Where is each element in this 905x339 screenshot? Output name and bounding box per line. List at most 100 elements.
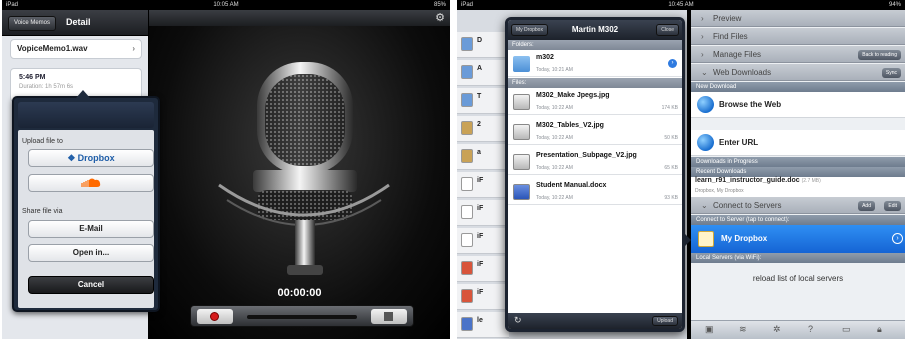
globe-icon bbox=[697, 134, 714, 151]
chevron-right-icon: › bbox=[701, 32, 704, 41]
add-button[interactable]: Add bbox=[858, 201, 875, 211]
stop-icon bbox=[384, 312, 393, 321]
level-meter bbox=[247, 315, 357, 319]
file-initial: A bbox=[477, 65, 483, 72]
back-to-reading-button[interactable]: Back to reading bbox=[858, 50, 901, 60]
voice-memos-screen: iPad 10:05 AM 85% Voice Memos Detail Vop… bbox=[2, 0, 450, 339]
record-button[interactable] bbox=[197, 309, 233, 324]
file-icon bbox=[461, 289, 473, 303]
web-downloads-row[interactable]: ⌄ Web Downloads Sync bbox=[691, 64, 905, 81]
browse-web-row[interactable]: Browse the Web bbox=[691, 92, 905, 118]
find-files-label: Find Files bbox=[713, 32, 748, 41]
folder-date: Today, 10:21 AM bbox=[536, 67, 573, 73]
bottom-toolbar: ▣ ≋ ✲ ? ▭ 🔒︎ bbox=[691, 320, 905, 339]
file-icon bbox=[461, 37, 473, 51]
reload-servers-link[interactable]: reload list of local servers bbox=[691, 274, 905, 283]
chevron-right-icon: › bbox=[701, 50, 704, 59]
preview-row[interactable]: › Preview bbox=[691, 10, 905, 27]
memo-duration: Duration: 1h 57m 6s bbox=[19, 84, 74, 90]
cancel-button[interactable]: Cancel bbox=[28, 276, 154, 294]
top-toolbar: ⚙ bbox=[149, 10, 450, 26]
status-bar: iPad 10:05 AM 85% bbox=[2, 0, 450, 10]
manage-files-row[interactable]: › Manage Files Back to reading bbox=[691, 46, 905, 63]
file-icon bbox=[461, 261, 473, 275]
background-file-row[interactable]: a bbox=[457, 144, 509, 170]
background-file-row[interactable]: D bbox=[457, 32, 509, 58]
globe-icon bbox=[697, 96, 714, 113]
file-icon bbox=[461, 177, 473, 191]
memo-file-name: VopiceMemo1.wav bbox=[17, 44, 88, 53]
chevron-right-icon: › bbox=[132, 44, 135, 53]
email-button[interactable]: E-Mail bbox=[28, 220, 154, 238]
enter-url-row[interactable]: Enter URL bbox=[691, 130, 905, 156]
download-size: (2.7 MB) bbox=[801, 178, 821, 184]
manage-files-label: Manage Files bbox=[713, 50, 762, 59]
settings-icon[interactable]: ✲ bbox=[773, 324, 781, 335]
local-servers-header: Local Servers (via WiFi): bbox=[691, 253, 905, 263]
background-file-row[interactable]: iF bbox=[457, 172, 509, 198]
connect-servers-row[interactable]: ⌄ Connect to Servers Add Edit bbox=[691, 197, 905, 214]
screen-icon[interactable]: ▭ bbox=[842, 324, 851, 335]
background-file-row[interactable]: iF bbox=[457, 256, 509, 282]
upload-button[interactable]: Upload bbox=[652, 316, 678, 326]
file-row[interactable]: M302_Make Jpegs.jpg Today, 10:22 AM 174 KB bbox=[508, 88, 682, 115]
files-header: Files: bbox=[508, 78, 682, 88]
preview-label: Preview bbox=[713, 14, 742, 23]
file-size: 50 KB bbox=[664, 135, 678, 141]
file-size: 174 KB bbox=[661, 105, 678, 111]
open-in-button[interactable]: Open in... bbox=[28, 244, 154, 262]
download-row[interactable]: learn_r91_instructor_guide.doc (2.7 MB) … bbox=[691, 177, 905, 197]
chevron-right-icon[interactable]: › bbox=[668, 59, 677, 68]
sync-button[interactable]: Sync bbox=[881, 68, 901, 78]
folders-header: Folders: bbox=[508, 40, 682, 50]
background-file-row[interactable]: 2 bbox=[457, 116, 509, 142]
background-file-row[interactable]: iF bbox=[457, 228, 509, 254]
image-file-icon bbox=[513, 154, 530, 170]
document-icon bbox=[513, 184, 530, 200]
clock: 10:05 AM bbox=[213, 2, 239, 8]
lock-icon[interactable]: 🔒︎ bbox=[877, 324, 882, 335]
voice-memos-back-button[interactable]: Voice Memos bbox=[8, 16, 57, 31]
background-file-row[interactable]: le bbox=[457, 312, 509, 338]
background-file-row[interactable]: iF bbox=[457, 200, 509, 226]
dropbox-browser: My Dropbox Martin M302 Close Folders: m3… bbox=[505, 17, 685, 332]
wifi-icon[interactable]: ≋ bbox=[739, 324, 747, 335]
background-file-row[interactable]: A bbox=[457, 60, 509, 86]
status-bar: iPad 10:45 AM 94% bbox=[457, 0, 905, 10]
dropbox-button[interactable]: ❖ Dropbox bbox=[28, 149, 154, 167]
close-button[interactable]: Close bbox=[656, 24, 679, 36]
file-date: Today, 10:22 AM bbox=[536, 165, 573, 171]
stop-button[interactable] bbox=[371, 309, 407, 324]
in-progress-header: Downloads in Progress bbox=[691, 157, 905, 167]
chevron-right-icon: › bbox=[701, 14, 704, 23]
gear-icon[interactable]: ⚙ bbox=[435, 11, 445, 24]
file-manager-screen: iPad 10:45 AM 94% D A T 2 a iF iF iF iF iF le My D… bbox=[457, 0, 905, 339]
file-name: Presentation_Subpage_V2.jpg bbox=[536, 152, 637, 159]
help-icon[interactable]: ? bbox=[808, 324, 813, 334]
memo-file-row[interactable]: VopiceMemo1.wav › bbox=[10, 39, 142, 59]
file-date: Today, 10:22 AM bbox=[536, 105, 573, 111]
folder-row[interactable]: m302 Today, 10:21 AM › bbox=[508, 50, 682, 77]
chevron-right-icon[interactable]: › bbox=[892, 233, 903, 244]
folder-name: m302 bbox=[536, 54, 554, 61]
browse-web-label: Browse the Web bbox=[719, 100, 782, 109]
file-icon bbox=[461, 149, 473, 163]
file-row[interactable]: Presentation_Subpage_V2.jpg Today, 10:22 … bbox=[508, 148, 682, 175]
find-files-row[interactable]: › Find Files bbox=[691, 28, 905, 45]
popover-body: Upload file to ❖ Dropbox Share file via … bbox=[18, 130, 154, 308]
file-name: M302_Make Jpegs.jpg bbox=[536, 92, 610, 99]
my-dropbox-row[interactable]: My Dropbox › bbox=[691, 225, 905, 253]
image-file-icon bbox=[513, 124, 530, 140]
file-initial: iF bbox=[477, 205, 484, 212]
edit-button[interactable]: Edit bbox=[884, 201, 901, 211]
enter-url-label: Enter URL bbox=[719, 138, 759, 147]
camera-icon[interactable]: ▣ bbox=[705, 324, 714, 335]
background-file-row[interactable]: T bbox=[457, 88, 509, 114]
file-row[interactable]: M302_Tables_V2.jpg Today, 10:22 AM 50 KB bbox=[508, 118, 682, 145]
soundcloud-button[interactable] bbox=[28, 174, 154, 192]
refresh-icon[interactable]: ↻ bbox=[514, 315, 522, 326]
image-file-icon bbox=[513, 94, 530, 110]
file-initial: iF bbox=[477, 289, 484, 296]
background-file-row[interactable]: iF bbox=[457, 284, 509, 310]
file-row[interactable]: Student Manual.docx Today, 10:22 AM 93 KB bbox=[508, 178, 682, 205]
